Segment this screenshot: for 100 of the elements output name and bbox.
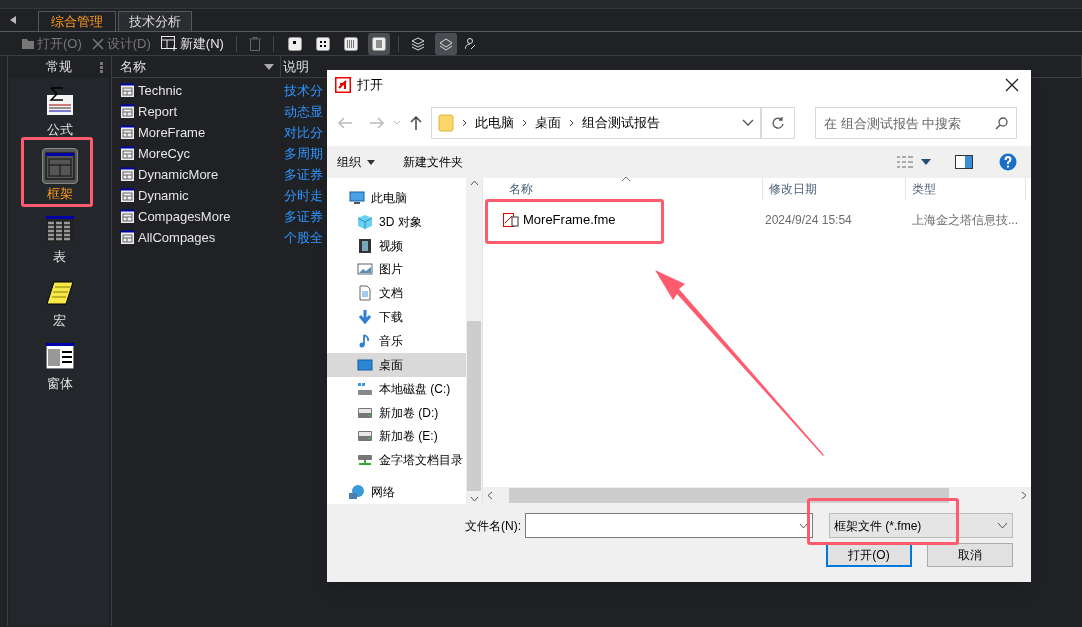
search-field[interactable]: 在 组合测试报告 中搜索 <box>815 107 1017 139</box>
caret-icon <box>367 159 375 165</box>
frame-file-icon <box>120 125 135 140</box>
refresh-icon <box>771 116 785 130</box>
sort-caret-icon <box>621 176 631 182</box>
nav-item[interactable]: 新加卷 (D:) <box>327 400 466 425</box>
video-icon <box>357 237 373 254</box>
column-header[interactable]: 名称 <box>118 56 281 77</box>
command-button[interactable]: 组织 <box>337 153 375 171</box>
frame-file-icon <box>503 213 519 227</box>
nav-item[interactable]: 金字塔文档目录 <box>327 448 466 473</box>
file-name[interactable]: CompagesMore <box>138 206 284 227</box>
sidebar-item[interactable]: 公式 <box>29 84 90 140</box>
layers-icon <box>438 36 453 51</box>
column-header[interactable]: 类型 <box>906 178 1026 200</box>
view-icon <box>371 36 386 51</box>
nav-item[interactable]: 此电脑 <box>327 186 466 210</box>
breadcrumb-item[interactable]: 此电脑 <box>475 113 514 133</box>
toolbar-button[interactable]: 新建(N) <box>158 33 226 54</box>
scroll-up-icon[interactable] <box>469 180 479 186</box>
sidebar-item[interactable]: 框架 <box>29 147 90 203</box>
grip-icon[interactable] <box>100 61 103 73</box>
sidebar-item[interactable]: 窗体 <box>29 338 90 394</box>
nav-item[interactable]: 下载 <box>327 305 466 330</box>
document-icon <box>357 285 373 302</box>
file-name[interactable]: MoreCyc <box>138 143 284 164</box>
scroll-left-icon[interactable] <box>487 491 493 500</box>
frame-file-icon <box>120 167 135 182</box>
file-name[interactable]: AllCompages <box>138 227 284 248</box>
nav-item[interactable]: 音乐 <box>327 329 466 353</box>
frame-file-icon <box>120 230 135 245</box>
filename-label: 文件名(N): <box>465 517 521 535</box>
sidebar-title: 常规 <box>46 58 72 77</box>
file-name[interactable]: Report <box>138 101 284 122</box>
sidebar-item[interactable]: 表 <box>29 211 90 267</box>
sort-caret-icon <box>264 63 274 70</box>
caret-icon[interactable] <box>799 522 808 529</box>
refresh-button[interactable] <box>761 107 795 139</box>
filename-field[interactable] <box>525 513 813 538</box>
description-text: 多证券 <box>284 207 323 226</box>
highlight-box <box>21 137 93 207</box>
view-button[interactable] <box>367 32 390 55</box>
column-header[interactable]: 名称 <box>503 178 763 200</box>
system-drive-icon <box>357 380 373 397</box>
layers-button[interactable] <box>434 32 457 55</box>
breadcrumb-item[interactable]: 组合测试报告 <box>582 113 660 133</box>
scroll-left-icon[interactable] <box>10 16 16 24</box>
nav-item[interactable]: 桌面 <box>327 352 466 377</box>
up-arrow-icon[interactable] <box>409 115 423 131</box>
column-header[interactable]: 修改日期 <box>763 178 906 200</box>
help-icon[interactable] <box>999 153 1017 171</box>
description-text: 多证券 <box>284 165 323 184</box>
nav-item[interactable]: 本地磁盘 (C:) <box>327 376 466 401</box>
file-name[interactable]: Dynamic <box>138 185 284 206</box>
trash-icon[interactable] <box>248 36 261 51</box>
description-text: 动态显 <box>284 102 323 121</box>
nav-item[interactable]: 网络 <box>327 480 466 504</box>
tab[interactable]: 综合管理 <box>38 11 116 31</box>
address-bar[interactable]: 此电脑 桌面 组合测试报告 <box>431 107 761 139</box>
nav-item[interactable]: 文档 <box>327 281 466 306</box>
frame-file-icon <box>120 83 135 98</box>
cancel-button[interactable]: 取消 <box>927 543 1013 567</box>
nav-item[interactable]: 3D 对象 <box>327 209 466 234</box>
open-button[interactable]: 打开(O) <box>826 543 912 567</box>
chevron-icon <box>462 119 467 127</box>
scroll-right-icon[interactable] <box>1021 491 1027 500</box>
frame-file-icon <box>120 209 135 224</box>
search-icon[interactable] <box>995 117 1008 130</box>
download-icon <box>357 309 373 326</box>
network-icon <box>349 484 365 500</box>
caret-icon[interactable] <box>921 159 931 165</box>
view-icon <box>287 36 302 51</box>
description-text: 技术分 <box>284 81 323 100</box>
tab[interactable]: 技术分析 <box>118 11 192 31</box>
scroll-down-icon[interactable] <box>469 496 479 502</box>
modified-date: 2024/9/24 15:54 <box>764 212 853 229</box>
filetype-dropdown[interactable]: 框架文件 (*.fme) <box>829 513 1013 538</box>
description-text: 个股全 <box>284 228 323 247</box>
nav-item[interactable]: 图片 <box>327 257 466 282</box>
breadcrumb-item[interactable]: 桌面 <box>535 113 561 133</box>
sidebar-item[interactable]: 宏 <box>29 274 90 330</box>
nav-item[interactable]: 视频 <box>327 233 466 258</box>
file-name[interactable]: DynamicMore <box>138 164 284 185</box>
file-name[interactable]: MoreFrame.fme <box>523 210 616 230</box>
view-icon <box>343 36 358 51</box>
tools-icon <box>91 37 104 50</box>
command-button[interactable]: 新建文件夹 <box>403 153 463 171</box>
dropdown-caret-icon[interactable] <box>742 119 754 127</box>
file-name[interactable]: MoreFrame <box>138 122 284 143</box>
close-icon[interactable] <box>1005 78 1019 92</box>
user-edit-icon[interactable] <box>464 37 476 50</box>
description-text: 分时走 <box>284 186 323 205</box>
preview-pane-icon[interactable] <box>955 155 973 169</box>
file-name[interactable]: Technic <box>138 80 284 101</box>
frame-icon <box>41 147 78 184</box>
file-type: 上海金之塔信息技... <box>911 212 1018 229</box>
horizontal-scrollbar[interactable] <box>483 487 1031 504</box>
nav-item[interactable]: 新加卷 (E:) <box>327 424 466 449</box>
view-icon <box>315 36 330 51</box>
layers-icon <box>410 36 425 51</box>
